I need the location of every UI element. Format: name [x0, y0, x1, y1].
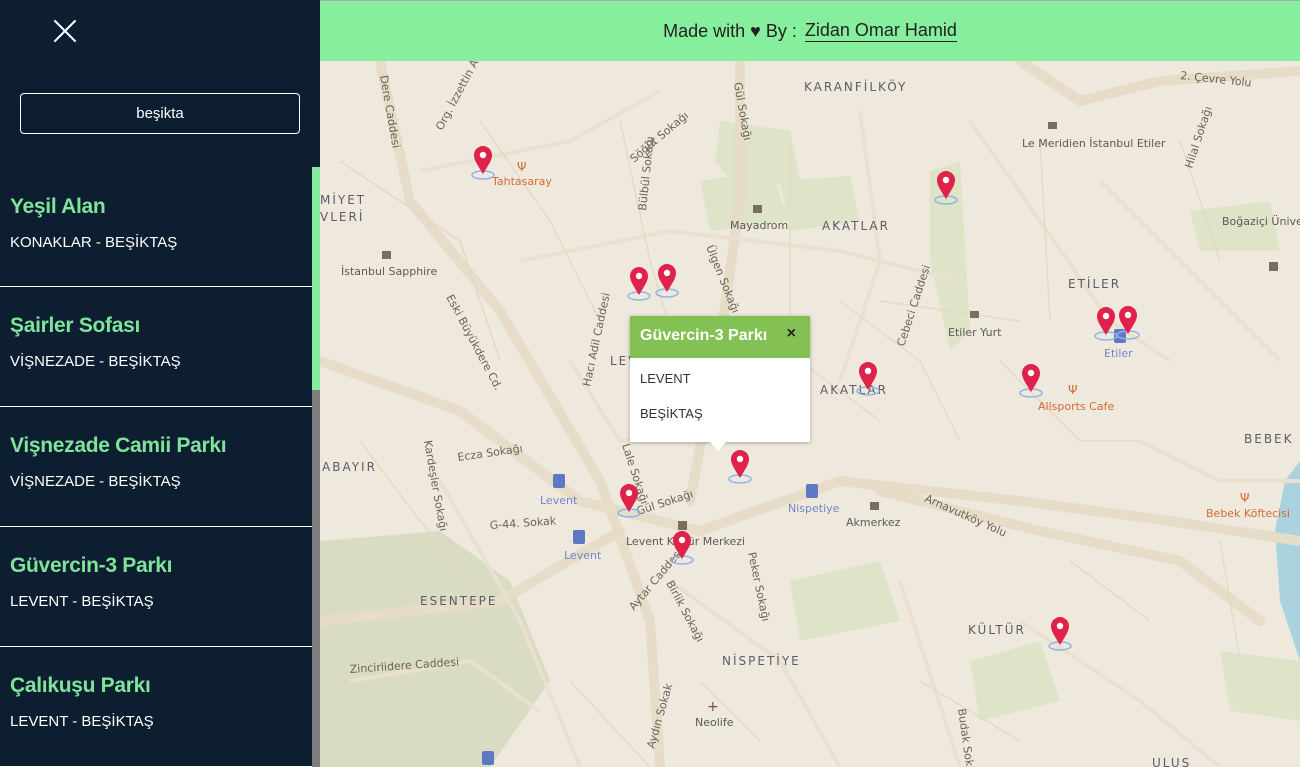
close-icon[interactable]: [50, 16, 80, 46]
district-label: AKATLAR: [822, 219, 890, 233]
park-location: KONAKLAR - BEŞİKTAŞ: [10, 234, 178, 251]
shop-icon: [382, 251, 391, 259]
park-popup: Güvercin-3 Parkı × LEVENT BEŞİKTAŞ: [630, 316, 810, 451]
food-label: Tahtasaray: [491, 175, 552, 188]
list-item[interactable]: Şairler Sofası VİŞNEZADE - BEŞİKTAŞ: [0, 287, 312, 407]
food-label: Bebek Köftecisi: [1206, 507, 1290, 520]
map-marker-icon[interactable]: [655, 262, 679, 298]
popup-title: Güvercin-3 Parkı: [640, 327, 768, 344]
food-label: Allsports Cafe: [1038, 400, 1114, 413]
poi-label: Neolife: [695, 716, 734, 729]
district-label: ULUS: [1152, 756, 1191, 767]
transit-label: Etiler: [1104, 347, 1133, 360]
map-marker-icon[interactable]: [627, 265, 651, 301]
restaurant-icon: Ψ: [1068, 383, 1077, 397]
transit-label: Levent: [564, 549, 602, 562]
district-label: ETİLER: [1068, 276, 1121, 291]
map-marker-icon[interactable]: [934, 169, 958, 205]
district-label: KÜLTÜR: [968, 621, 1026, 637]
park-location: VİŞNEZADE - BEŞİKTAŞ: [10, 473, 181, 490]
map-marker-icon[interactable]: [617, 482, 641, 518]
district-label: KARANFİLKÖY: [804, 78, 907, 94]
park-name: Vişnezade Camii Parkı: [10, 434, 227, 457]
district-label: BEBEK: [1244, 432, 1294, 446]
list-item[interactable]: Çalıkuşu Parkı LEVENT - BEŞİKTAŞ: [0, 647, 312, 767]
poi-label: Akmerkez: [846, 516, 901, 529]
list-item[interactable]: Vişnezade Camii Parkı VİŞNEZADE - BEŞİKT…: [0, 407, 312, 527]
hospital-icon: +: [707, 699, 719, 715]
map-marker-icon[interactable]: [1048, 615, 1072, 651]
restaurant-icon: Ψ: [1240, 491, 1249, 505]
sidebar: Yeşil Alan KONAKLAR - BEŞİKTAŞ Şairler S…: [0, 0, 320, 767]
poi-label: Etiler Yurt: [948, 326, 1002, 339]
restaurant-icon: Ψ: [517, 160, 526, 174]
scrollbar-thumb[interactable]: [312, 167, 320, 390]
scrollbar-rest: [312, 390, 320, 767]
popup-tip: [710, 442, 726, 451]
map-marker-icon[interactable]: [856, 360, 880, 396]
map-canvas[interactable]: KARANFİLKÖY AKATLAR ETİLER LEVENT AKATLA…: [320, 61, 1300, 767]
district-label: NİSPETİYE: [722, 653, 801, 668]
hotel-icon: [1048, 122, 1057, 129]
park-name: Şairler Sofası: [10, 314, 141, 337]
shop-icon: [870, 502, 879, 510]
poi-label: İstanbul Sapphire: [341, 265, 438, 278]
map-marker-icon[interactable]: [1019, 362, 1043, 398]
close-icon[interactable]: ×: [787, 325, 796, 343]
park-name: Çalıkuşu Parkı: [10, 674, 151, 697]
park-location: LEVENT - BEŞİKTAŞ: [10, 713, 154, 730]
park-list: Yeşil Alan KONAKLAR - BEŞİKTAŞ Şairler S…: [0, 167, 312, 767]
poi-label: Le Meridien İstanbul Etiler: [1022, 137, 1166, 150]
map-basemap: KARANFİLKÖY AKATLAR ETİLER LEVENT AKATLA…: [320, 61, 1300, 767]
park-location: VİŞNEZADE - BEŞİKTAŞ: [10, 353, 181, 370]
credits-banner: Made with ♥ By : Zidan Omar Hamid: [320, 0, 1300, 61]
map-marker-icon[interactable]: [728, 448, 752, 484]
park-name: Güvercin-3 Parkı: [10, 554, 173, 577]
shop-icon: [753, 205, 762, 213]
district-label: MİYET: [320, 192, 366, 207]
map-marker-icon[interactable]: [471, 144, 495, 180]
list-item[interactable]: Yeşil Alan KONAKLAR - BEŞİKTAŞ: [0, 167, 312, 287]
popup-neighborhood: LEVENT: [640, 371, 691, 386]
popup-header: Güvercin-3 Parkı ×: [630, 316, 810, 358]
popup-district: BEŞİKTAŞ: [640, 406, 703, 421]
poi-label: Mayadrom: [730, 219, 788, 232]
transit-label: Nispetiye: [788, 502, 840, 515]
map-marker-icon[interactable]: [1094, 305, 1118, 341]
park-location: LEVENT - BEŞİKTAŞ: [10, 593, 154, 610]
search-input[interactable]: [20, 93, 300, 134]
district-label: VLERİ: [320, 209, 364, 224]
transit-label: Levent: [540, 494, 578, 507]
park-name: Yeşil Alan: [10, 195, 106, 218]
poi-label: Boğaziçi Üniversitesi Kuzey Kampüsü: [1222, 215, 1300, 228]
school-icon: [1269, 262, 1278, 271]
district-label: ESENTEPE: [420, 594, 498, 608]
map-marker-icon[interactable]: [1116, 304, 1140, 340]
author-link[interactable]: Zidan Omar Hamid: [804, 20, 957, 42]
district-label: ABAYIR: [322, 460, 377, 474]
list-item[interactable]: Güvercin-3 Parkı LEVENT - BEŞİKTAŞ: [0, 527, 312, 647]
map-marker-icon[interactable]: [670, 529, 694, 565]
credits-prefix: Made with ♥ By :: [663, 20, 797, 41]
hotel-icon: [970, 311, 979, 318]
